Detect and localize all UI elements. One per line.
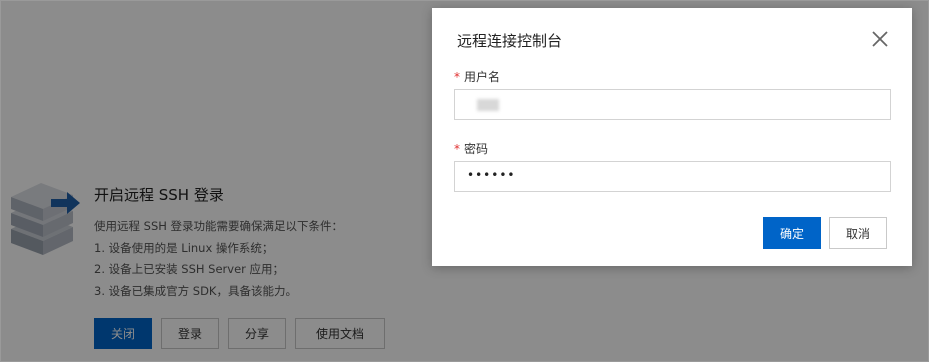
username-label: * 用户名 [454,68,500,85]
username-label-text: 用户名 [464,70,501,84]
password-label: * 密码 [454,140,488,157]
required-mark: * [454,70,460,84]
password-value: •••••• [467,168,516,182]
username-field[interactable] [454,89,891,120]
password-label-text: 密码 [464,142,489,156]
required-mark: * [454,142,460,156]
remote-console-dialog: 远程连接控制台 * 用户名 * 密码 •••••• 确定 取消 [432,8,912,266]
redacted-username [477,99,499,111]
close-icon[interactable] [869,28,891,50]
dialog-title: 远程连接控制台 [457,32,563,50]
password-field[interactable]: •••••• [454,161,891,192]
cancel-button[interactable]: 取消 [829,217,887,249]
screen-frame: 开启远程 SSH 登录 使用远程 SSH 登录功能需要确保满足以下条件： 1. … [0,0,929,362]
confirm-button[interactable]: 确定 [763,217,821,249]
